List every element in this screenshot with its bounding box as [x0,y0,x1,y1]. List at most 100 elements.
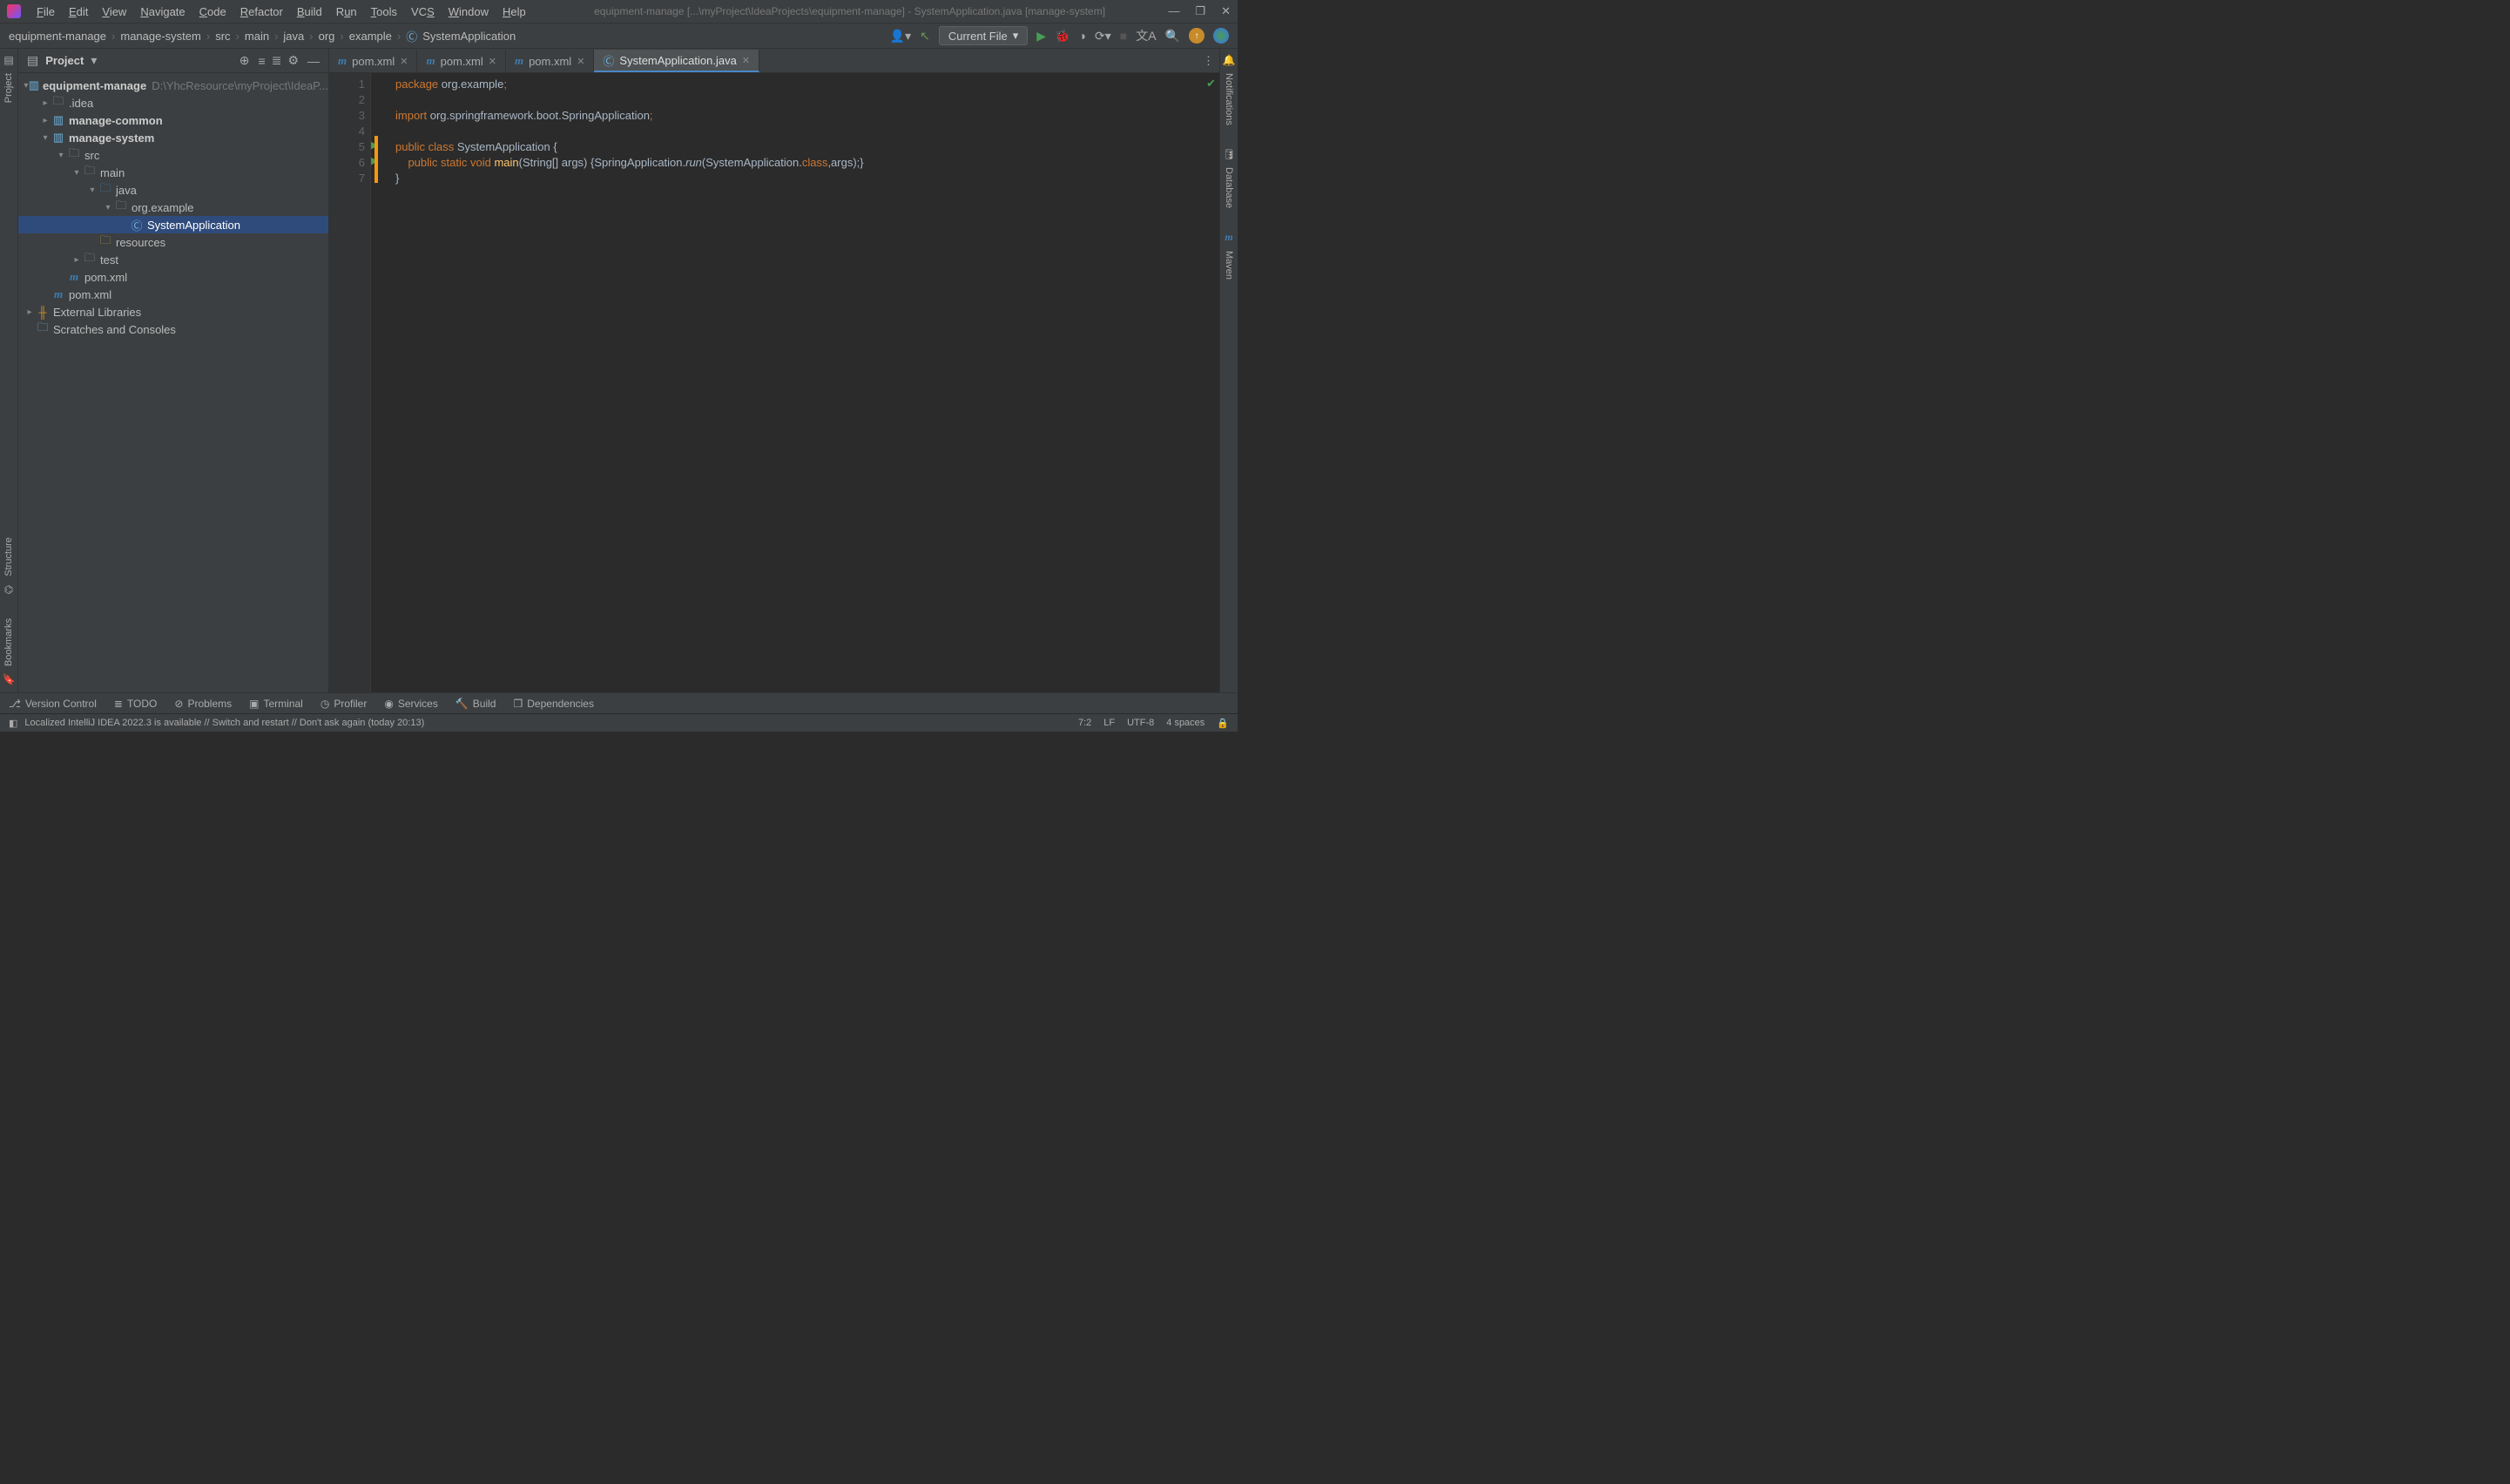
terminal-button[interactable]: ▣Terminal [249,698,303,710]
crumb[interactable]: src [215,30,230,43]
tree-pom-2[interactable]: m pom.xml [18,286,328,303]
menu-tools[interactable]: Tools [366,3,402,20]
chevron-right-icon: › [340,30,343,43]
version-control-button[interactable]: ⎇Version Control [9,698,97,710]
menu-navigate[interactable]: Navigate [135,3,190,20]
gear-icon[interactable]: ⚙ [286,53,300,68]
layers-icon: ❒ [513,698,523,710]
debug-icon[interactable]: 🐞 [1055,29,1069,44]
run-icon[interactable]: ▶ [1036,29,1046,44]
bookmarks-tool-button[interactable]: Bookmarks 🔖 [3,613,16,685]
tree-main[interactable]: ▾ 🗀 main [18,164,328,181]
menu-refactor[interactable]: Refactor [235,3,288,20]
chevron-right-icon: ▸ [24,307,36,317]
tree-label: org.example [132,201,194,214]
editor-tab[interactable]: mpom.xml✕ [329,50,417,72]
minimize-icon[interactable]: ― [1168,4,1179,18]
close-icon[interactable]: ✕ [1221,4,1231,18]
hide-icon[interactable]: — [306,54,321,68]
profiler-button[interactable]: ◷Profiler [320,698,368,710]
editor-tab-active[interactable]: ⒸSystemApplication.java✕ [594,50,759,72]
profiler-icon[interactable]: ⟳▾ [1095,29,1111,44]
indent-setting[interactable]: 4 spaces [1166,718,1204,728]
dependencies-button[interactable]: ❒Dependencies [513,698,594,710]
code-content[interactable]: package org.example; import org.springfr… [371,73,1219,692]
crumb[interactable]: org [319,30,335,43]
menu-vcs[interactable]: VCS [406,3,440,20]
structure-tool-button[interactable]: Structure ⌬ [3,532,14,596]
close-tab-icon[interactable]: ✕ [577,56,584,67]
tree-scratches[interactable]: 🗀 Scratches and Consoles [18,320,328,338]
back-icon[interactable]: ↖ [920,29,930,44]
problems-button[interactable]: ⊘Problems [174,698,232,710]
line-separator[interactable]: LF [1103,718,1115,728]
code-with-me-icon[interactable] [1213,28,1229,44]
module-icon: ▥ [51,113,65,127]
database-tool-button[interactable]: 🛢 Database [1222,148,1235,213]
more-tabs-icon[interactable]: ⋮ [1203,54,1214,68]
lock-icon[interactable]: 🔒 [1217,718,1229,729]
inspection-ok-icon[interactable]: ✔ [1206,77,1216,91]
menu-build[interactable]: Build [292,3,327,20]
services-button[interactable]: ◉Services [384,698,438,710]
add-user-icon[interactable]: 👤▾ [890,29,911,44]
caret-position[interactable]: 7:2 [1078,718,1091,728]
coverage-icon[interactable]: ◑ [1079,29,1086,43]
status-message[interactable]: Localized IntelliJ IDEA 2022.3 is availa… [24,718,424,728]
menu-edit[interactable]: Edit [64,3,93,20]
tree-pom-1[interactable]: m pom.xml [18,268,328,286]
code-editor[interactable]: 1 2 3 4 5 6 7 ▶ ▶ package org.example; i… [329,73,1219,692]
file-encoding[interactable]: UTF-8 [1127,718,1154,728]
translate-icon[interactable]: 文A [1136,27,1156,44]
notifications-tool-button[interactable]: 🔔 Notifications [1223,54,1236,131]
crumb[interactable]: equipment-manage [9,30,106,43]
editor-tab[interactable]: mpom.xml✕ [417,50,505,72]
close-tab-icon[interactable]: ✕ [742,55,750,66]
list-icon: ≣ [114,698,123,710]
collapse-all-icon[interactable]: ≣ [270,53,281,68]
profiler-icon: ◷ [320,698,329,710]
tree-test[interactable]: ▸ 🗀 test [18,251,328,268]
menu-view[interactable]: View [97,3,132,20]
close-tab-icon[interactable]: ✕ [489,56,496,67]
project-tool-button[interactable]: ▤ Project [3,54,14,108]
tree-system[interactable]: ▾ ▥ manage-system [18,129,328,146]
class-icon: Ⓒ [406,28,417,44]
stop-icon[interactable]: ■ [1120,29,1127,43]
tree-resources[interactable]: 🗀 resources [18,233,328,251]
chevron-down-icon[interactable]: ▾ [89,53,98,68]
expand-all-icon[interactable]: ≡ [257,54,265,68]
menu-run[interactable]: Run [331,3,362,20]
select-opened-file-icon[interactable]: ⊕ [238,53,252,68]
close-tab-icon[interactable]: ✕ [400,56,408,67]
editor-tab[interactable]: mpom.xml✕ [506,50,594,72]
maven-label: Maven [1224,246,1234,285]
tree-package[interactable]: ▾ 🗀 org.example [18,199,328,216]
tree-src[interactable]: ▾ 🗀 src [18,146,328,164]
crumb[interactable]: manage-system [120,30,200,43]
todo-button[interactable]: ≣TODO [114,698,158,710]
crumb[interactable]: main [245,30,269,43]
tab-label: pom.xml [441,55,483,68]
tree-idea[interactable]: ▸ 🗀 .idea [18,94,328,111]
search-icon[interactable]: 🔍 [1165,29,1180,44]
tree-class-selected[interactable]: Ⓒ SystemApplication [18,216,328,233]
tree-external-libs[interactable]: ▸ ╫ External Libraries [18,303,328,320]
avatar-icon[interactable]: ↑ [1189,28,1204,44]
tree-root[interactable]: ▾ ▥ equipment-manage D:\YhcResource\myPr… [18,77,328,94]
build-button[interactable]: 🔨Build [455,698,496,710]
menu-window[interactable]: Window [443,3,494,20]
tree-common[interactable]: ▸ ▥ manage-common [18,111,328,129]
menu-code[interactable]: Code [194,3,232,20]
tree-java[interactable]: ▾ 🗀 java [18,181,328,199]
maven-tool-button[interactable]: m Maven [1224,231,1234,285]
crumb[interactable]: example [349,30,392,43]
crumb[interactable]: java [283,30,304,43]
maximize-icon[interactable]: ❐ [1195,4,1205,18]
crumb[interactable]: SystemApplication [422,30,516,43]
run-config-label: Current File [948,30,1008,43]
menu-help[interactable]: Help [497,3,531,20]
menu-file[interactable]: File [31,3,60,20]
run-config-selector[interactable]: Current File ▾ [939,26,1028,45]
status-tool-windows-icon[interactable]: ◧ [9,718,17,729]
